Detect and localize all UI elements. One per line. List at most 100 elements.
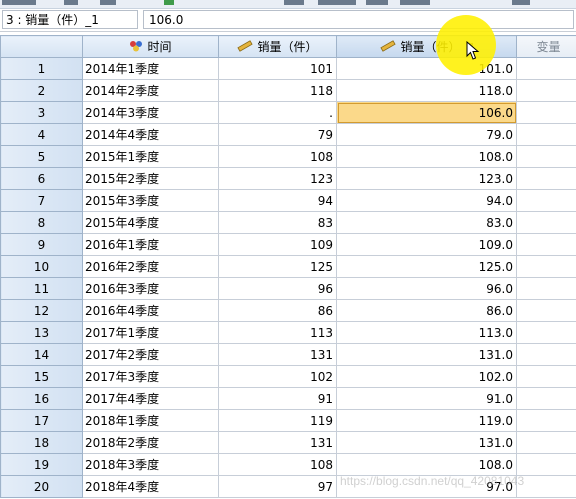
cell-empty[interactable] (516, 57, 576, 80)
cell-sales[interactable]: 108 (218, 453, 337, 476)
toolbar-icon[interactable] (318, 0, 356, 5)
cell-sales[interactable]: 119 (218, 409, 337, 432)
table-row[interactable]: 16 2017年4季度 91 91.0 (0, 387, 576, 410)
table-row[interactable]: 1 2014年1季度 101 101.0 (0, 57, 576, 80)
table-row[interactable]: 19 2018年3季度 108 108.0 (0, 453, 576, 476)
cell-empty[interactable] (516, 453, 576, 476)
row-number-header[interactable] (0, 35, 83, 58)
cell-empty[interactable] (516, 123, 576, 146)
cell-time[interactable]: 2014年1季度 (82, 57, 219, 80)
cell-time[interactable]: 2017年4季度 (82, 387, 219, 410)
cell-empty[interactable] (516, 101, 576, 124)
cell-sales-1[interactable]: 94.0 (336, 189, 517, 212)
cell-time[interactable]: 2014年3季度 (82, 101, 219, 124)
cell-sales[interactable]: 123 (218, 167, 337, 190)
cell-empty[interactable] (516, 277, 576, 300)
cell-sales[interactable]: 91 (218, 387, 337, 410)
cell-sales-1[interactable]: 125.0 (336, 255, 517, 278)
cell-sales[interactable]: 79 (218, 123, 337, 146)
table-row[interactable]: 2 2014年2季度 118 118.0 (0, 79, 576, 102)
table-row[interactable]: 11 2016年3季度 96 96.0 (0, 277, 576, 300)
table-row[interactable]: 14 2017年2季度 131 131.0 (0, 343, 576, 366)
table-row[interactable]: 13 2017年1季度 113 113.0 (0, 321, 576, 344)
cell-time[interactable]: 2017年1季度 (82, 321, 219, 344)
cell-sales[interactable]: 97 (218, 475, 337, 498)
cell-sales-1[interactable]: 86.0 (336, 299, 517, 322)
cell-empty[interactable] (516, 189, 576, 212)
table-row[interactable]: 10 2016年2季度 125 125.0 (0, 255, 576, 278)
table-row[interactable]: 17 2018年1季度 119 119.0 (0, 409, 576, 432)
column-header-empty-variable[interactable]: 变量 (516, 35, 576, 58)
toolbar-icon[interactable] (400, 0, 430, 5)
row-number[interactable]: 16 (0, 387, 83, 410)
row-number[interactable]: 18 (0, 431, 83, 454)
cell-empty[interactable] (516, 387, 576, 410)
row-number[interactable]: 5 (0, 145, 83, 168)
cell-sales-1[interactable]: 118.0 (336, 79, 517, 102)
row-number[interactable]: 9 (0, 233, 83, 256)
cell-sales-1[interactable]: 108.0 (336, 453, 517, 476)
cell-time[interactable]: 2018年3季度 (82, 453, 219, 476)
cell-time[interactable]: 2015年4季度 (82, 211, 219, 234)
cell-time[interactable]: 2018年1季度 (82, 409, 219, 432)
row-number[interactable]: 19 (0, 453, 83, 476)
row-number[interactable]: 2 (0, 79, 83, 102)
row-number[interactable]: 15 (0, 365, 83, 388)
cell-empty[interactable] (516, 211, 576, 234)
cell-time[interactable]: 2017年3季度 (82, 365, 219, 388)
cell-time[interactable]: 2016年4季度 (82, 299, 219, 322)
table-row[interactable]: 5 2015年1季度 108 108.0 (0, 145, 576, 168)
row-number[interactable]: 4 (0, 123, 83, 146)
cell-empty[interactable] (516, 343, 576, 366)
cell-sales-1[interactable]: 109.0 (336, 233, 517, 256)
cell-sales[interactable]: 113 (218, 321, 337, 344)
table-row[interactable]: 15 2017年3季度 102 102.0 (0, 365, 576, 388)
cell-sales[interactable]: 109 (218, 233, 337, 256)
cell-sales[interactable]: 83 (218, 211, 337, 234)
column-header-sales-1[interactable]: 销量（件） (336, 35, 517, 58)
cell-sales[interactable]: 131 (218, 431, 337, 454)
cell-sales[interactable]: 96 (218, 277, 337, 300)
table-row[interactable]: 9 2016年1季度 109 109.0 (0, 233, 576, 256)
toolbar-icon[interactable] (64, 0, 78, 5)
data-grid[interactable]: 时间 销量（件） 销量（件） 变量 1 2014年1季度 101 101.0 2… (0, 35, 576, 499)
cell-empty[interactable] (516, 145, 576, 168)
row-number[interactable]: 10 (0, 255, 83, 278)
cell-empty[interactable] (516, 233, 576, 256)
cell-sales-1[interactable]: 131.0 (336, 343, 517, 366)
cell-sales[interactable]: 102 (218, 365, 337, 388)
cell-sales-1[interactable]: 119.0 (336, 409, 517, 432)
cell-sales[interactable]: 108 (218, 145, 337, 168)
toolbar-icon[interactable] (284, 0, 304, 5)
table-row[interactable]: 7 2015年3季度 94 94.0 (0, 189, 576, 212)
row-number[interactable]: 6 (0, 167, 83, 190)
cell-sales-1[interactable]: 83.0 (336, 211, 517, 234)
table-row[interactable]: 4 2014年4季度 79 79.0 (0, 123, 576, 146)
column-header-sales[interactable]: 销量（件） (218, 35, 337, 58)
cell-time[interactable]: 2015年3季度 (82, 189, 219, 212)
cell-sales-1[interactable]: 102.0 (336, 365, 517, 388)
cell-time[interactable]: 2017年2季度 (82, 343, 219, 366)
cell-sales[interactable]: 125 (218, 255, 337, 278)
cell-value-field[interactable]: 106.0 (143, 10, 574, 29)
cell-sales-1[interactable]: 113.0 (336, 321, 517, 344)
cell-empty[interactable] (516, 255, 576, 278)
row-number[interactable]: 14 (0, 343, 83, 366)
cell-sales-1[interactable]: 108.0 (336, 145, 517, 168)
cell-sales-1[interactable]: 79.0 (336, 123, 517, 146)
row-number[interactable]: 12 (0, 299, 83, 322)
cell-time[interactable]: 2014年4季度 (82, 123, 219, 146)
cell-time[interactable]: 2016年3季度 (82, 277, 219, 300)
cell-time[interactable]: 2018年2季度 (82, 431, 219, 454)
table-row[interactable]: 18 2018年2季度 131 131.0 (0, 431, 576, 454)
cell-sales[interactable]: 94 (218, 189, 337, 212)
cell-sales-1[interactable]: 91.0 (336, 387, 517, 410)
column-header-time[interactable]: 时间 (82, 35, 219, 58)
cell-sales[interactable]: . (218, 101, 337, 124)
toolbar-icon[interactable] (2, 0, 36, 5)
cell-time[interactable]: 2015年1季度 (82, 145, 219, 168)
cell-empty[interactable] (516, 167, 576, 190)
row-number[interactable]: 13 (0, 321, 83, 344)
cell-empty[interactable] (516, 79, 576, 102)
row-number[interactable]: 8 (0, 211, 83, 234)
